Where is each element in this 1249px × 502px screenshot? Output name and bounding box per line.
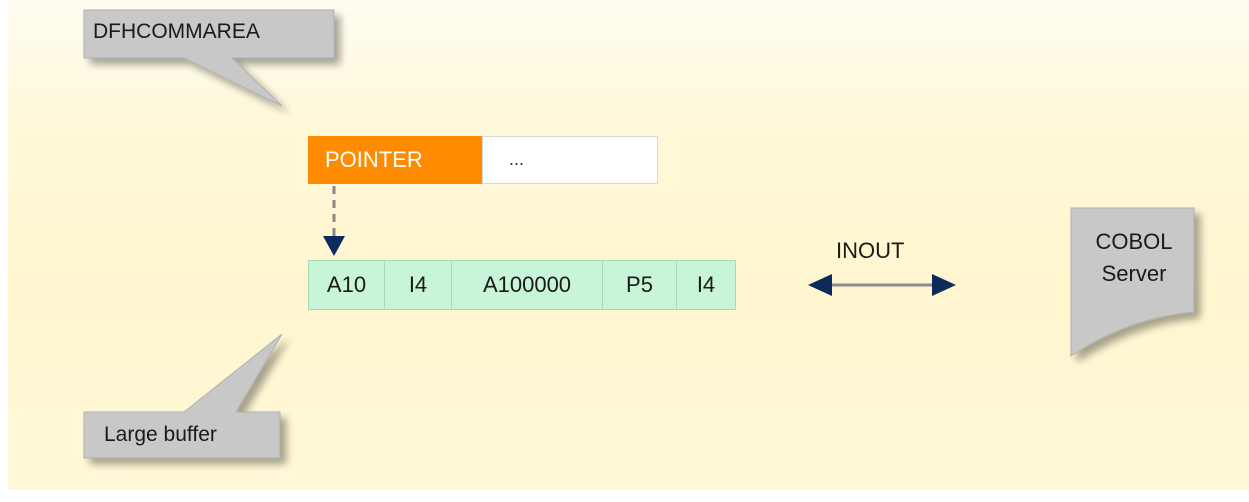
server-line-2: Server — [1101, 261, 1167, 286]
inout-label: INOUT — [836, 238, 905, 263]
commarea-rest-field: ... — [482, 136, 658, 184]
diagram-canvas: DFHCOMMAREA Large buffer POINTER ... A10… — [0, 0, 1249, 502]
large-buffer-label: Large buffer — [104, 423, 217, 446]
buffer-field: I4 — [696, 272, 716, 297]
pointer-field: POINTER — [308, 136, 482, 184]
cobol-server-label: COBOL Server — [1072, 226, 1196, 290]
dfhcommarea-label: DFHCOMMAREA — [93, 20, 260, 43]
buffer-field: A10 — [309, 261, 385, 309]
server-line-1: COBOL — [1095, 229, 1173, 254]
buffer-field: P5 — [603, 261, 677, 309]
pointer-reference-arrow — [323, 186, 345, 256]
inout-arrow — [808, 274, 956, 296]
large-buffer: A10 I4 A100000 P5 I4 — [308, 260, 736, 310]
buffer-field: I4 — [385, 261, 452, 309]
buffer-field: A100000 — [452, 261, 603, 309]
